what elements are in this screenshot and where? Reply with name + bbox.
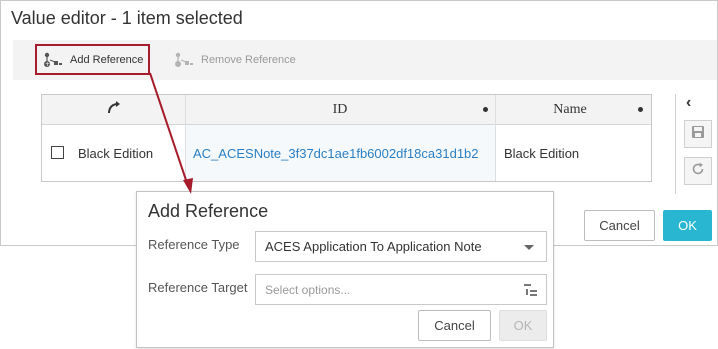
chevron-left-icon[interactable]: ‹ — [686, 94, 691, 112]
grid-header: ID Name — [42, 95, 651, 125]
refresh-icon — [691, 162, 705, 181]
name-column-menu-icon[interactable] — [638, 107, 643, 112]
chevron-down-icon — [524, 245, 534, 250]
tree-select-icon[interactable] — [523, 282, 539, 301]
add-reference-title: Add Reference — [148, 201, 269, 221]
row-checkbox[interactable] — [51, 146, 64, 159]
reference-type-value: ACES Application To Application Note — [265, 239, 482, 254]
row-id-link[interactable]: AC_ACESNote_3f37dc1ae1fb6002df18ca31d1b2 — [186, 125, 495, 181]
row-name-cell: Black Edition — [78, 145, 154, 161]
dialog-ok-button[interactable]: OK — [499, 310, 547, 341]
add-reference-button[interactable]: + Add Reference — [35, 44, 151, 75]
side-panel: ‹ — [675, 94, 713, 194]
cancel-button[interactable]: Cancel — [584, 210, 655, 241]
row-name-value: Black Edition — [504, 145, 580, 161]
add-reference-label: Add Reference — [70, 53, 144, 66]
remove-reference-icon — [173, 52, 195, 68]
add-reference-dialog: Add Reference Reference Type ACES Applic… — [136, 191, 554, 348]
reference-type-select[interactable]: ACES Application To Application Note — [255, 231, 547, 262]
remove-reference-button[interactable]: Remove Reference — [167, 46, 302, 73]
name-column-header[interactable]: Name — [495, 95, 645, 125]
reference-target-input[interactable]: Select options... — [255, 274, 547, 305]
save-icon — [691, 125, 705, 144]
relation-arrow-icon — [106, 100, 122, 120]
reference-target-label: Reference Target — [148, 280, 248, 295]
ok-button[interactable]: OK — [663, 210, 712, 241]
id-column-menu-icon[interactable] — [483, 107, 488, 112]
add-reference-icon: + — [42, 52, 64, 68]
references-grid: ID Name Black Edition AC_ACESNote_3f37dc… — [41, 94, 652, 182]
remove-reference-label: Remove Reference — [201, 53, 296, 66]
reference-target-placeholder: Select options... — [265, 282, 351, 297]
value-editor-title: Value editor - 1 item selected — [11, 8, 243, 28]
table-row[interactable]: Black Edition AC_ACESNote_3f37dc1ae1fb60… — [42, 125, 651, 181]
id-column-label: ID — [332, 102, 348, 117]
svg-text:+: + — [45, 61, 50, 68]
toolbar: + Add Reference Remove Reference — [13, 40, 717, 80]
id-column-header[interactable]: ID — [185, 95, 495, 125]
name-column-label: Name — [553, 102, 587, 117]
reference-type-label: Reference Type — [148, 237, 240, 252]
dialog-cancel-button[interactable]: Cancel — [418, 310, 491, 341]
refresh-button[interactable] — [684, 157, 712, 185]
save-button[interactable] — [684, 120, 712, 148]
relation-column-header[interactable] — [42, 95, 185, 125]
